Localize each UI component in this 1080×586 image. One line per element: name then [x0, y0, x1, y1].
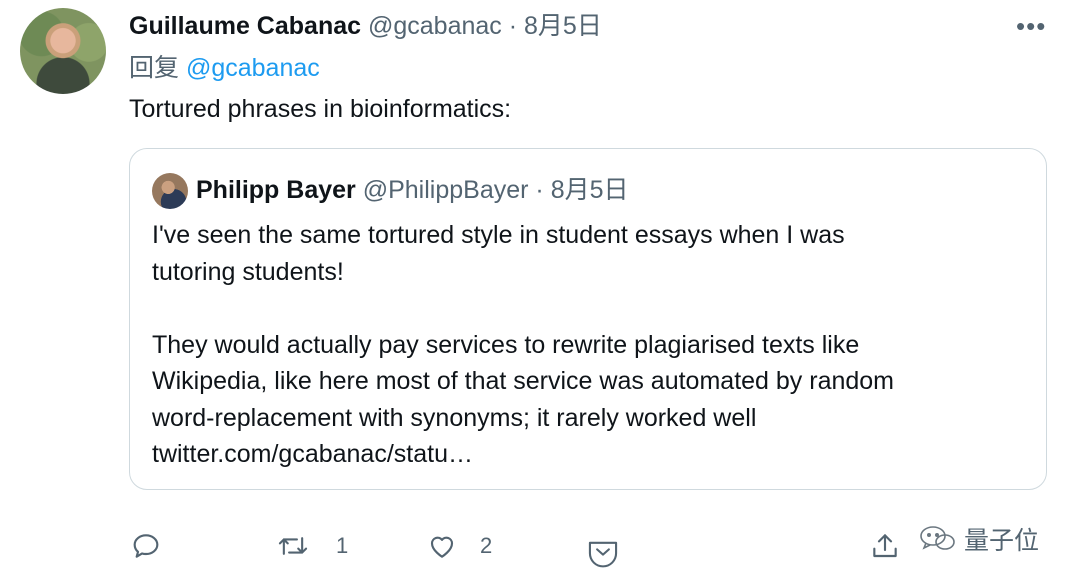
reply-context: 回复 @gcabanac [129, 52, 320, 84]
quoted-text-line: They would actually pay services to rewr… [152, 330, 860, 359]
wechat-icon [920, 526, 955, 550]
quoted-author-avatar [152, 173, 188, 209]
quoted-text-line: tutoring students! [152, 257, 344, 286]
quoted-text-line: I've seen the same tortured style in stu… [152, 221, 845, 249]
retweet-icon [278, 537, 308, 555]
tip-button[interactable] [586, 536, 620, 568]
quoted-tweet-card[interactable]: Philipp Bayer @PhilippBayer · 8月5日 I've … [129, 148, 1047, 490]
quoted-tweet-body: I've seen the same tortured style in stu… [152, 217, 1032, 473]
share-button[interactable] [869, 530, 901, 562]
quoted-tweet-date: 8月5日 [550, 176, 629, 204]
tweet-header: Guillaume Cabanac @gcabanac · 8月5日 [129, 10, 602, 42]
quoted-header-separator: · [535, 176, 544, 204]
author-avatar[interactable] [20, 8, 106, 94]
tweet-text: Tortured phrases in bioinformatics: [129, 95, 512, 123]
author-handle[interactable]: @gcabanac [368, 12, 502, 40]
like-count: 2 [480, 533, 493, 558]
retweet-button[interactable]: 1 [276, 530, 348, 562]
header-separator: · [508, 12, 518, 40]
watermark-text: 量子位 [964, 527, 1040, 555]
heart-icon [430, 536, 454, 558]
quoted-author-handle: @PhilippBayer [362, 176, 529, 204]
speech-bubble-icon [133, 534, 159, 558]
ellipsis-icon[interactable]: ••• [1016, 13, 1046, 39]
tweet-date[interactable]: 8月5日 [524, 12, 602, 40]
quoted-tweet-header: Philipp Bayer @PhilippBayer · 8月5日 [196, 173, 629, 207]
like-button[interactable]: 2 [426, 530, 492, 562]
reply-prefix: 回复 [129, 54, 180, 82]
quoted-text-link[interactable]: twitter.com/gcabanac/statu… [152, 436, 1032, 473]
reply-mention-link[interactable]: @gcabanac [186, 54, 320, 82]
watermark: 量子位 [918, 521, 1039, 557]
author-name[interactable]: Guillaume Cabanac [129, 12, 361, 40]
reply-button[interactable] [130, 530, 162, 562]
quoted-text-line: word-replacement with synonyms; it rarel… [152, 403, 757, 432]
quoted-author-name: Philipp Bayer [196, 176, 356, 204]
quoted-text-line: Wikipedia, like here most of that servic… [152, 367, 895, 395]
share-upload-icon [873, 534, 897, 558]
chevron-badge-icon [588, 541, 618, 568]
retweet-count: 1 [336, 533, 349, 558]
